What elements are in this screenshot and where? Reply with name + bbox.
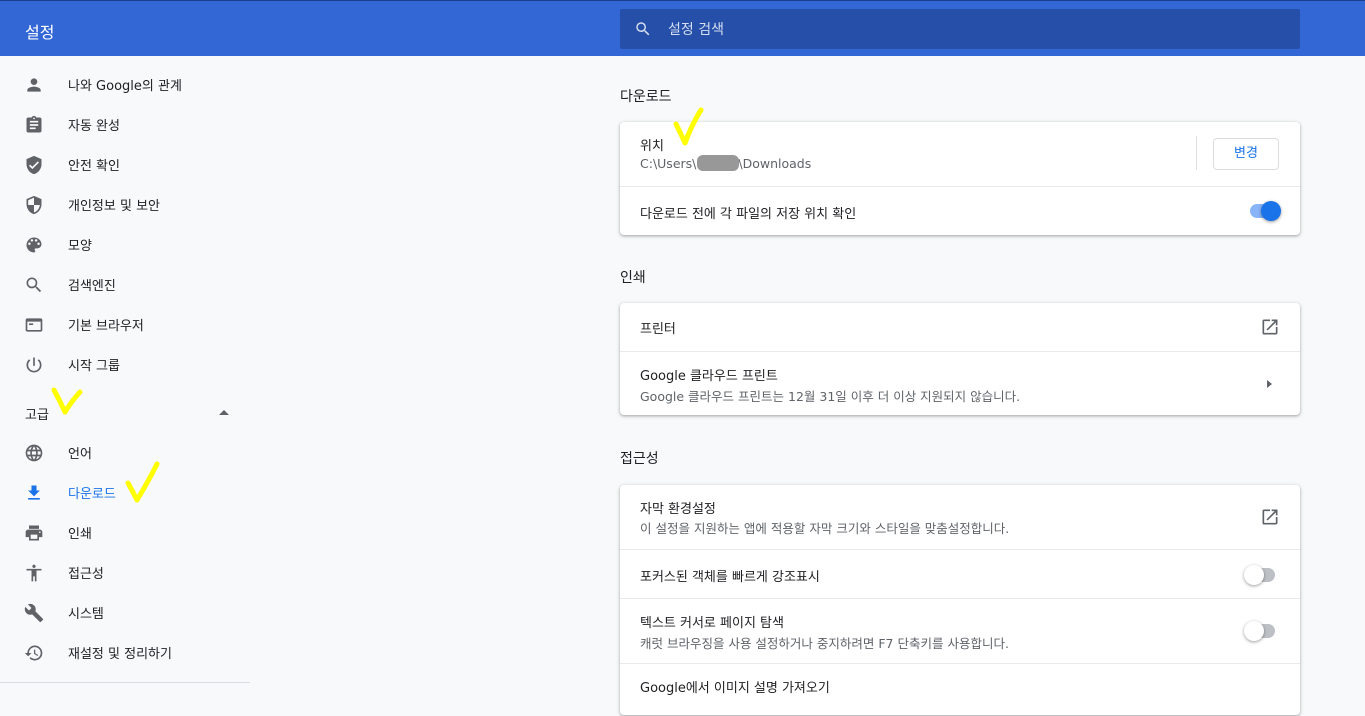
captions-sub: 이 설정을 지원하는 앱에 적용할 자막 크기와 스타일을 맞춤설정합니다. [640,521,1010,536]
power-icon [26,357,42,373]
captions-label: 자막 환경설정 [640,502,716,517]
sidebar-item-label: 언어 [68,447,92,462]
search-icon [636,22,650,36]
sidebar-item-accessibility[interactable]: 접근성 [0,552,250,592]
sidebar-item-you-and-google[interactable]: 나와 Google의 관계 [0,64,250,104]
printing-card: 프린터 Google 클라우드 프린트 Google 클라우드 프린트는 12월… [620,303,1300,415]
section-title-accessibility: 접근성 [620,451,659,467]
printers-row[interactable]: 프린터 [620,303,1300,351]
section-title-downloads: 다운로드 [620,89,672,105]
cloud-print-label: Google 클라우드 프린트 [640,369,778,384]
sidebar: 나와 Google의 관계 자동 완성 안전 확인 개인정보 및 보안 모양 검… [0,56,250,687]
cloud-print-sub: Google 클라우드 프린트는 12월 31일 이후 더 이상 지원되지 않습… [640,389,1021,404]
cloud-print-row[interactable]: Google 클라우드 프린트 Google 클라우드 프린트는 12월 31일… [620,351,1300,416]
location-path-suffix: \Downloads [738,156,812,171]
toggle-knob [1244,565,1264,585]
app-title: 설정 [25,23,55,42]
shield-icon [26,195,42,215]
sidebar-item-reset[interactable]: 재설정 및 정리하기 [0,632,250,672]
redaction-mark [697,155,739,171]
focus-highlight-label: 포커스된 객체를 빠르게 강조표시 [640,570,820,585]
location-label: 위치 [640,139,664,154]
search-input[interactable] [666,9,1270,51]
advanced-label: 고급 [25,408,49,423]
sidebar-item-label: 안전 확인 [68,159,120,174]
section-title-printing: 인쇄 [620,270,646,286]
accessibility-card: 자막 환경설정 이 설정을 지원하는 앱에 적용할 자막 크기와 스타일을 맞춤… [620,485,1300,715]
globe-icon [25,444,43,462]
sidebar-item-safety-check[interactable]: 안전 확인 [0,144,250,184]
sidebar-item-label: 나와 Google의 관계 [68,79,182,94]
top-bar: 설정 [0,0,1365,56]
sidebar-item-label: 개인정보 및 보안 [68,199,160,214]
download-icon [28,485,40,500]
caret-browsing-sub: 캐럿 브라우징을 사용 설정하거나 중지하려면 F7 단축키를 사용합니다. [640,636,1009,651]
ask-before-download-row[interactable]: 다운로드 전에 각 파일의 저장 위치 확인 [620,186,1300,236]
sidebar-item-label: 시작 그룹 [68,359,120,374]
sidebar-divider [0,682,250,683]
sidebar-item-label: 재설정 및 정리하기 [68,647,172,662]
caret-browsing-label: 텍스트 커서로 페이지 탐색 [640,616,784,631]
wrench-icon [24,603,44,623]
sidebar-item-privacy[interactable]: 개인정보 및 보안 [0,184,250,224]
palette-icon [26,237,42,253]
advanced-section-toggle[interactable]: 고급 [0,392,250,432]
person-icon [27,78,41,92]
sidebar-item-label: 모양 [68,239,92,254]
browser-window-icon [25,318,43,332]
sidebar-item-label: 다운로드 [68,487,116,502]
captions-row[interactable]: 자막 환경설정 이 설정을 지원하는 앱에 적용할 자막 크기와 스타일을 맞춤… [620,485,1300,549]
clipboard-icon [26,115,42,133]
sidebar-item-label: 시스템 [68,607,104,622]
sidebar-item-default-browser[interactable]: 기본 브라우저 [0,304,250,344]
sidebar-item-label: 인쇄 [68,527,92,542]
printers-label: 프린터 [640,322,676,337]
focus-highlight-toggle[interactable] [1244,565,1278,585]
printer-icon [25,525,43,541]
sidebar-item-label: 검색엔진 [68,279,116,294]
downloads-card: 위치 C:\Users\ \Downloads 변경 다운로드 전에 각 파일의 … [620,122,1300,235]
sidebar-item-on-startup[interactable]: 시작 그룹 [0,344,250,384]
sidebar-item-label: 접근성 [68,567,104,582]
sidebar-item-label: 자동 완성 [68,119,120,134]
open-external-icon[interactable] [1260,317,1280,337]
sidebar-item-label: 기본 브라우저 [68,319,144,334]
image-descriptions-row[interactable]: Google에서 이미지 설명 가져오기 [620,663,1300,716]
sidebar-item-appearance[interactable]: 모양 [0,224,250,264]
open-external-icon[interactable] [1260,507,1280,527]
arrow-up-icon [219,410,229,415]
accessibility-icon [26,564,42,582]
toggle-knob [1261,201,1281,221]
sidebar-item-system[interactable]: 시스템 [0,592,250,632]
download-location-row: 위치 C:\Users\ \Downloads 변경 [620,122,1300,186]
change-location-button[interactable]: 변경 [1213,138,1279,170]
caret-browsing-row[interactable]: 텍스트 커서로 페이지 탐색 캐럿 브라우징을 사용 설정하거나 중지하려면 F… [620,598,1300,664]
caret-browsing-toggle[interactable] [1244,621,1278,641]
vertical-separator [1196,136,1197,170]
sidebar-item-printing[interactable]: 인쇄 [0,512,250,552]
ask-location-label: 다운로드 전에 각 파일의 저장 위치 확인 [640,207,857,222]
history-icon [24,645,43,661]
sidebar-item-languages[interactable]: 언어 [0,432,250,472]
location-path-prefix: C:\Users\ [640,156,697,171]
ask-location-toggle[interactable] [1247,201,1281,221]
focus-highlight-row[interactable]: 포커스된 객체를 빠르게 강조표시 [620,549,1300,599]
shield-check-icon [26,155,42,175]
sidebar-item-search-engine[interactable]: 검색엔진 [0,264,250,304]
chevron-right-icon [1267,380,1272,388]
search-box[interactable] [620,9,1300,51]
search-icon [26,277,42,293]
toggle-knob [1244,621,1264,641]
sidebar-item-downloads[interactable]: 다운로드 [0,472,250,512]
sidebar-item-autofill[interactable]: 자동 완성 [0,104,250,144]
